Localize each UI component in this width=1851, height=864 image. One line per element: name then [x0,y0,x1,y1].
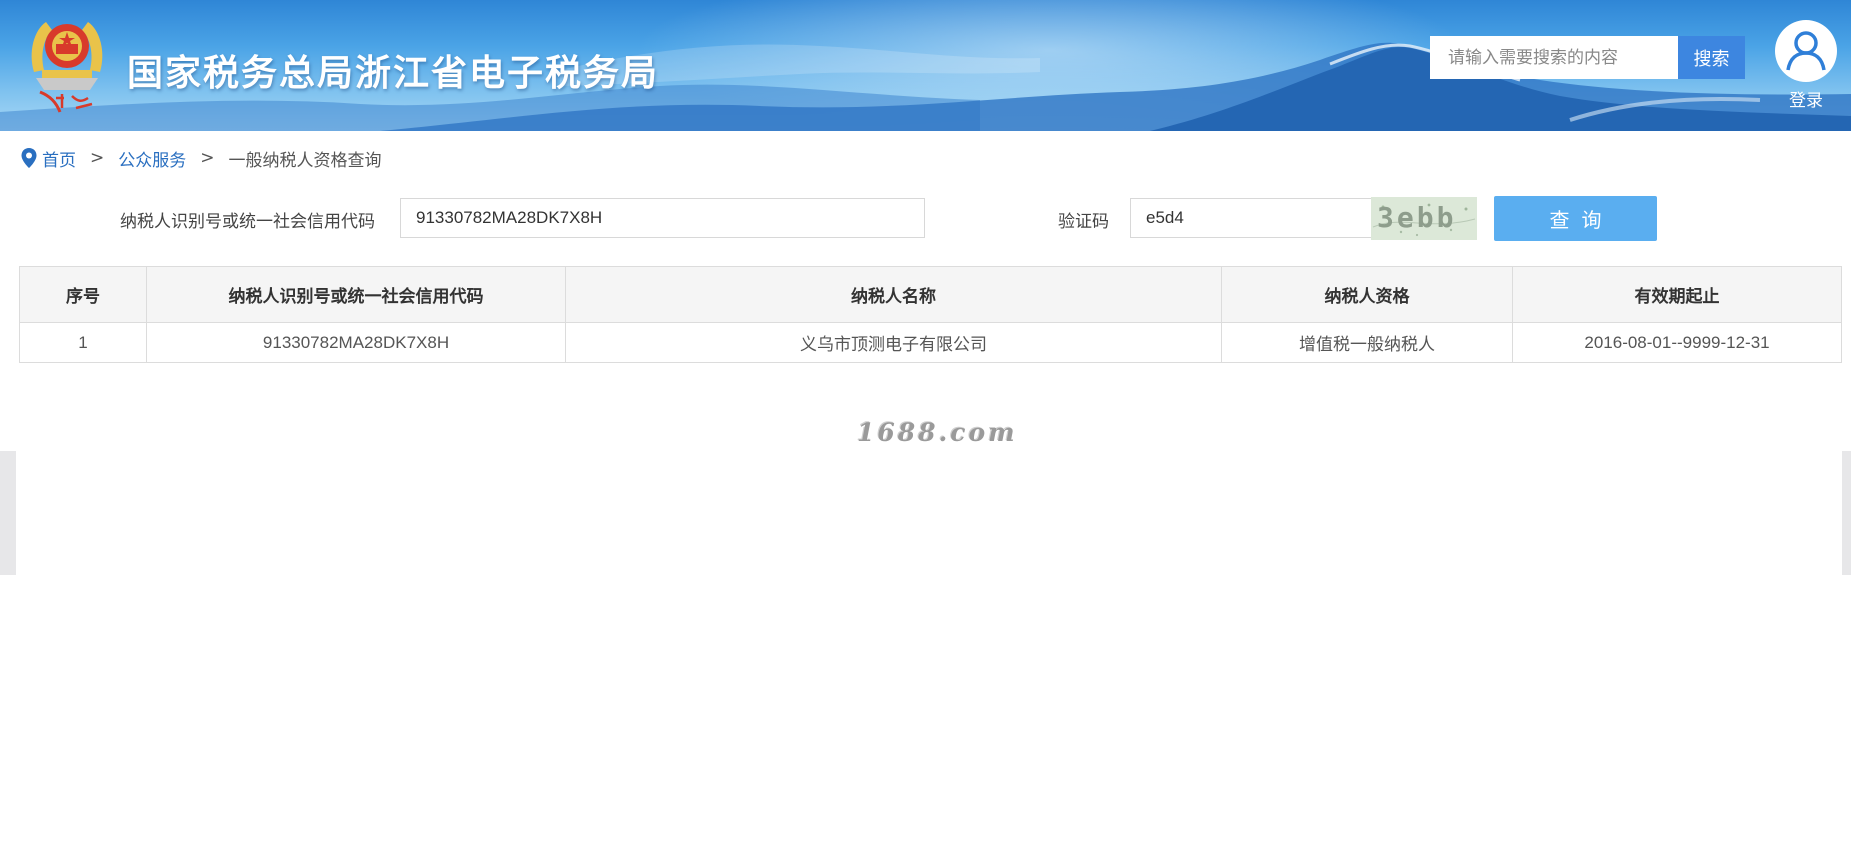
watermark: 1688.com [857,418,1018,447]
taxpayer-id-input[interactable] [400,198,925,238]
breadcrumb-public-service-link[interactable]: 公众服务 [118,146,186,171]
search-button[interactable]: 搜索 [1678,36,1745,79]
site-title: 国家税务总局浙江省电子税务局 [127,53,660,94]
captcha-text: 3ebb [1377,201,1457,234]
cell-validity: 2016-08-01--9999-12-31 [1512,322,1842,363]
search-input[interactable] [1430,36,1678,79]
column-header-validity: 有效期起止 [1512,266,1842,323]
login-button[interactable]: 登录 [1774,20,1838,111]
captcha-label: 验证码 [1058,212,1109,232]
right-edge-bar [1842,451,1851,575]
table-row: 1 91330782MA28DK7X8H 义乌市顶测电子有限公司 增值税一般纳税… [19,322,1842,363]
column-header-index: 序号 [19,266,147,323]
cell-taxpayer-name: 义乌市顶测电子有限公司 [565,322,1222,363]
breadcrumb-home-link[interactable]: 首页 [42,146,76,171]
login-label: 登录 [1789,91,1823,111]
cell-taxpayer-id: 91330782MA28DK7X8H [146,322,566,363]
captcha-input[interactable] [1130,198,1374,238]
column-header-taxpayer-id: 纳税人识别号或统一社会信用代码 [146,266,566,323]
user-avatar-icon [1775,20,1837,82]
column-header-taxpayer-name: 纳税人名称 [565,266,1222,323]
left-edge-bar [0,451,16,575]
location-pin-icon [21,148,37,168]
breadcrumb-current: 一般纳税人资格查询 [228,150,382,171]
taxpayer-id-label: 纳税人识别号或统一社会信用代码 [120,212,375,232]
table-header-row: 序号 纳税人识别号或统一社会信用代码 纳税人名称 纳税人资格 有效期起止 [19,266,1842,323]
query-button[interactable]: 查询 [1494,196,1657,241]
cell-index: 1 [19,322,147,363]
captcha-image[interactable]: 3ebb [1371,197,1477,240]
breadcrumb: 首页 > 公众服务 > 一般纳税人资格查询 [20,146,382,171]
breadcrumb-separator: > [200,148,215,168]
cell-qualification: 增值税一般纳税人 [1221,322,1513,363]
tax-emblem-logo [31,22,103,113]
column-header-qualification: 纳税人资格 [1221,266,1513,323]
results-table: 序号 纳税人识别号或统一社会信用代码 纳税人名称 纳税人资格 有效期起止 1 9… [19,266,1842,363]
header-banner: 国家税务总局浙江省电子税务局 搜索 登录 [0,0,1851,131]
breadcrumb-separator: > [90,148,105,168]
